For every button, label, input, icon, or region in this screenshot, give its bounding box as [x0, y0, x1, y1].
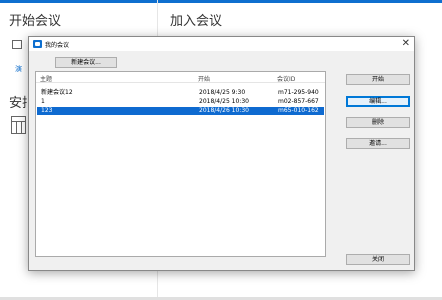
column-meeting-id[interactable]: 会议ID: [277, 74, 295, 83]
app-top-bar: [0, 0, 442, 3]
row-subject: 123: [41, 107, 53, 114]
close-icon[interactable]: ✕: [402, 38, 410, 49]
delete-button[interactable]: 删除: [346, 117, 410, 128]
presentation-icon[interactable]: [12, 40, 22, 49]
presentation-label[interactable]: 演: [15, 64, 22, 74]
start-button[interactable]: 开始: [346, 74, 410, 85]
table-row[interactable]: 1 2018/4/25 10:30 m02-857-667: [37, 98, 324, 106]
start-meeting-heading: 开始会议: [9, 14, 62, 29]
new-meeting-button[interactable]: 新建会议...: [55, 57, 117, 68]
teamviewer-icon: [33, 40, 42, 48]
dialog-titlebar[interactable]: 我的会议 ✕: [29, 37, 414, 51]
schedule-heading: 安排: [9, 96, 27, 111]
row-meeting-id: m65-010-162: [278, 107, 319, 114]
table-row-selected[interactable]: 123 2018/4/26 10:30 m65-010-162: [37, 107, 324, 115]
row-start: 2018/4/25 9:30: [199, 89, 246, 96]
list-header: 主题 开始 会议ID: [36, 72, 325, 83]
meetings-list[interactable]: 主题 开始 会议ID 新建会议12 2018/4/25 9:30 m71-295…: [35, 71, 326, 257]
join-meeting-heading: 加入会议: [170, 14, 223, 29]
my-meetings-dialog: 我的会议 ✕ 新建会议... 主题 开始 会议ID 新建会议12 2018/4/…: [28, 36, 415, 271]
row-start: 2018/4/26 10:30: [199, 107, 249, 114]
calendar-icon[interactable]: [11, 116, 26, 134]
row-start: 2018/4/25 10:30: [199, 98, 249, 105]
invite-button[interactable]: 邀请...: [346, 138, 410, 149]
column-subject[interactable]: 主题: [40, 74, 52, 83]
row-subject: 1: [41, 98, 45, 105]
dialog-title: 我的会议: [45, 42, 70, 49]
row-meeting-id: m71-295-940: [278, 89, 319, 96]
close-button[interactable]: 关闭: [346, 254, 410, 265]
row-meeting-id: m02-857-667: [278, 98, 319, 105]
edit-button[interactable]: 编辑...: [346, 96, 410, 107]
column-start[interactable]: 开始: [198, 74, 210, 83]
row-subject: 新建会议12: [41, 89, 73, 96]
table-row[interactable]: 新建会议12 2018/4/25 9:30 m71-295-940: [37, 89, 324, 97]
